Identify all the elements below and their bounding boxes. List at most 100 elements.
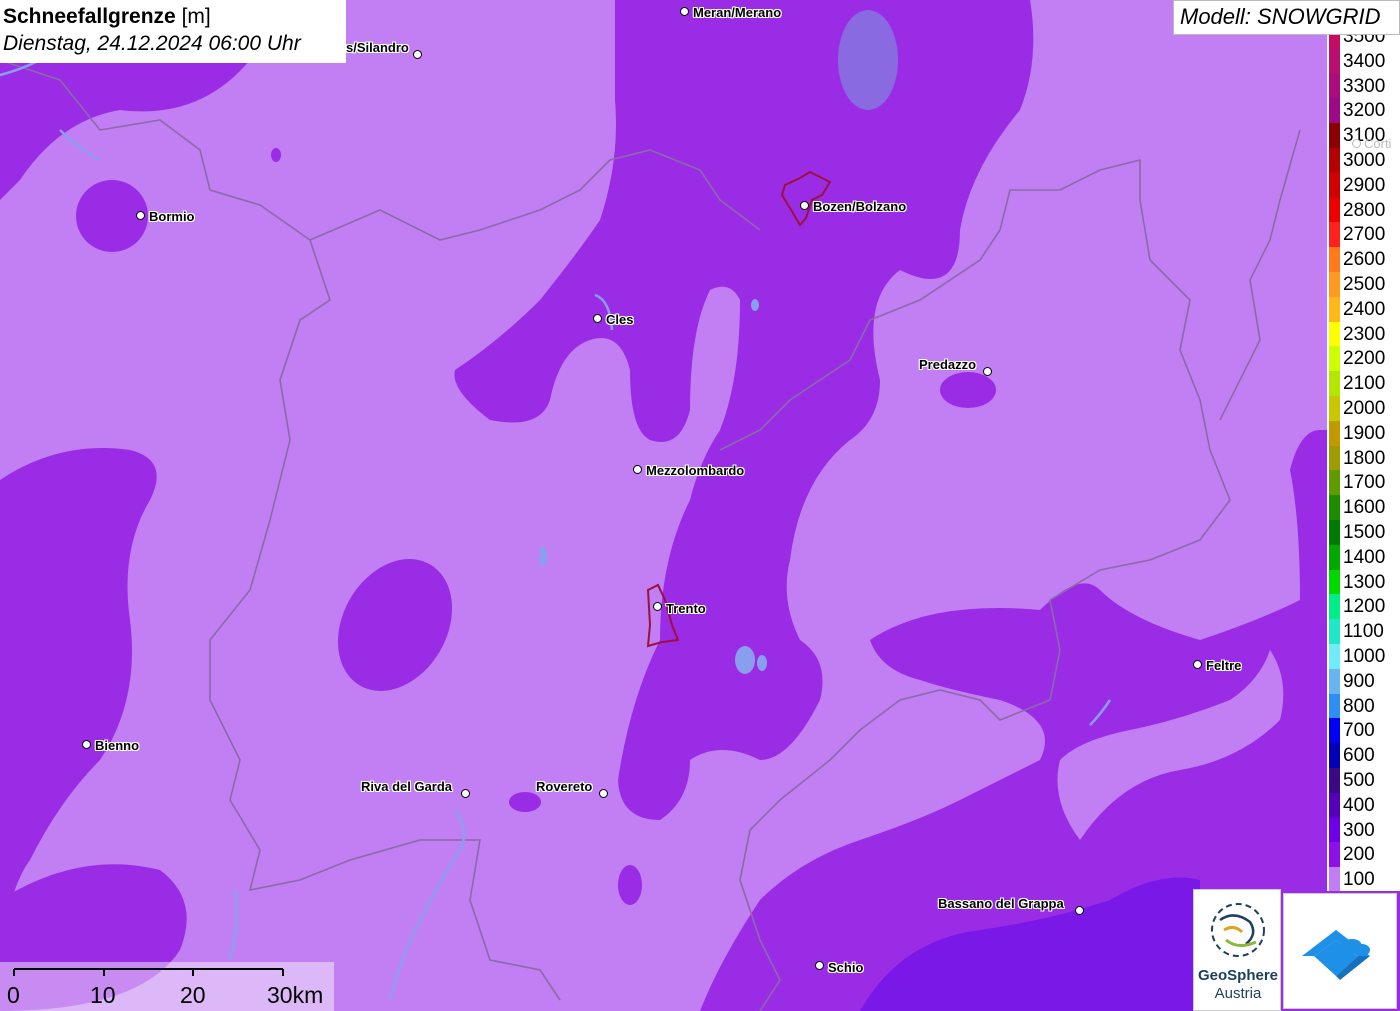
city-dot (461, 789, 470, 798)
city-label-schio[interactable]: Schio (828, 960, 863, 975)
city-dot (82, 740, 91, 749)
legend-label: 700 (1343, 720, 1375, 742)
legend-label: 500 (1343, 770, 1375, 791)
city-label-cles[interactable]: Cles (606, 312, 633, 327)
legend-swatch (1329, 445, 1340, 471)
legend-swatch (1329, 371, 1340, 396)
legend-swatch (1329, 346, 1340, 372)
city-label-silandro[interactable]: s/Silandro (346, 40, 409, 55)
legend-swatch (1329, 718, 1340, 744)
geosphere-country: Austria (1214, 985, 1262, 1002)
legend-swatch (1329, 222, 1340, 248)
legend-label: 3500 (1343, 35, 1386, 47)
legend-item: 1500 (1327, 520, 1400, 545)
city-dot (1352, 139, 1361, 148)
model-label: Modell: SNOWGRID (1173, 0, 1400, 35)
legend-item: 3000 (1327, 148, 1400, 173)
legend-label: 100 (1343, 869, 1375, 891)
legend-item: 2400 (1327, 296, 1400, 322)
legend-label: 2600 (1343, 249, 1386, 271)
city-dot (136, 211, 145, 220)
city-dot (1193, 660, 1202, 669)
scale-label-20: 20 (180, 982, 206, 1008)
legend-label: 1000 (1343, 646, 1386, 667)
legend-label: 2200 (1343, 348, 1386, 370)
city-label-predazzo[interactable]: Predazzo (919, 357, 976, 372)
legend-label: 1900 (1343, 422, 1386, 444)
city-label-riva-del-garda[interactable]: Riva del Garda (361, 779, 452, 794)
legend-item: 400 (1327, 792, 1400, 818)
map-title: Schneefallgrenze [m] (3, 3, 346, 30)
city-dot (633, 465, 642, 474)
legend-label: 1600 (1343, 497, 1386, 519)
legend-swatch (1329, 743, 1340, 768)
legend-swatch (1329, 544, 1340, 570)
weather-app-logo[interactable] (1283, 893, 1397, 1009)
legend-item: 1700 (1327, 470, 1400, 496)
city-label-bolzano[interactable]: Bozen/Bolzano (813, 199, 906, 214)
legend-label: 800 (1343, 695, 1375, 717)
city-label-rovereto[interactable]: Rovereto (536, 779, 592, 794)
legend-label: 3400 (1343, 50, 1386, 72)
legend-swatch (1329, 123, 1340, 148)
city-dot (599, 789, 608, 798)
snowfall-map[interactable] (0, 0, 1400, 1011)
legend-label: 600 (1343, 745, 1375, 767)
city-dot (983, 367, 992, 376)
geosphere-logo[interactable]: GeoSphere Austria (1193, 889, 1281, 1011)
legend-label: 2800 (1343, 199, 1386, 221)
legend-swatch (1329, 792, 1340, 818)
legend-swatch (1329, 668, 1340, 694)
legend-swatch (1329, 520, 1340, 545)
legend-swatch (1329, 35, 1340, 49)
city-label-bienno[interactable]: Bienno (95, 738, 139, 753)
legend-label: 3300 (1343, 75, 1386, 97)
city-label-bassano-del-grappa[interactable]: Bassano del Grappa (938, 896, 1064, 911)
legend-swatch (1329, 644, 1340, 669)
legend-item: 600 (1327, 743, 1400, 768)
legend-item: 2500 (1327, 272, 1400, 297)
legend-label: 1400 (1343, 546, 1386, 568)
legend-swatch (1329, 495, 1340, 520)
legend-label: 200 (1343, 844, 1375, 866)
city-label-mezzolombardo[interactable]: Mezzolombardo (646, 463, 744, 478)
legend-swatch (1329, 48, 1340, 74)
legend-label: 1100 (1343, 621, 1384, 643)
legend-item: 3300 (1327, 73, 1400, 99)
legend-label: 1300 (1343, 571, 1386, 593)
legend-label: 1700 (1343, 472, 1386, 494)
legend-item: 2200 (1327, 346, 1400, 372)
scale-label-30km: 30km (267, 982, 324, 1008)
legend-swatch (1329, 768, 1340, 793)
title-unit: [m] (181, 5, 211, 28)
city-label-trento[interactable]: Trento (666, 601, 706, 616)
legend-label: 2500 (1343, 274, 1386, 295)
scale-label-0: 0 (7, 982, 20, 1008)
legend-item: 3200 (1327, 98, 1400, 124)
color-legend: 3500 3400 3300 3200 3100 3000 2900 2800 2700 2600… (1327, 35, 1400, 891)
legend-item: 2100 (1327, 371, 1400, 396)
legend-item: 2600 (1327, 247, 1400, 272)
legend-label: 1500 (1343, 522, 1386, 543)
legend-item: 200 (1327, 842, 1400, 868)
legend-swatch (1329, 98, 1340, 124)
legend-item: 100 (1327, 867, 1400, 891)
legend-swatch (1329, 569, 1340, 595)
city-dot (653, 602, 662, 611)
legend-label: 2300 (1343, 323, 1386, 345)
legend-item: 1100 (1327, 619, 1400, 644)
legend-swatch (1329, 693, 1340, 719)
geosphere-emblem-icon (1211, 903, 1265, 957)
legend-swatch (1329, 247, 1340, 272)
legend-item: 2900 (1327, 172, 1400, 198)
legend-label: 900 (1343, 670, 1375, 692)
city-label-cortina[interactable]: Corti (1364, 136, 1391, 151)
scale-bar: 0 10 20 30km (0, 962, 334, 1011)
city-label-feltre[interactable]: Feltre (1206, 658, 1241, 673)
city-label-merano[interactable]: Meran/Merano (693, 5, 781, 20)
legend-label: 300 (1343, 819, 1375, 841)
legend-item: 1800 (1327, 445, 1400, 471)
legend-label: 1800 (1343, 447, 1386, 469)
legend-swatch (1329, 73, 1340, 99)
city-label-bormio[interactable]: Bormio (149, 209, 195, 224)
